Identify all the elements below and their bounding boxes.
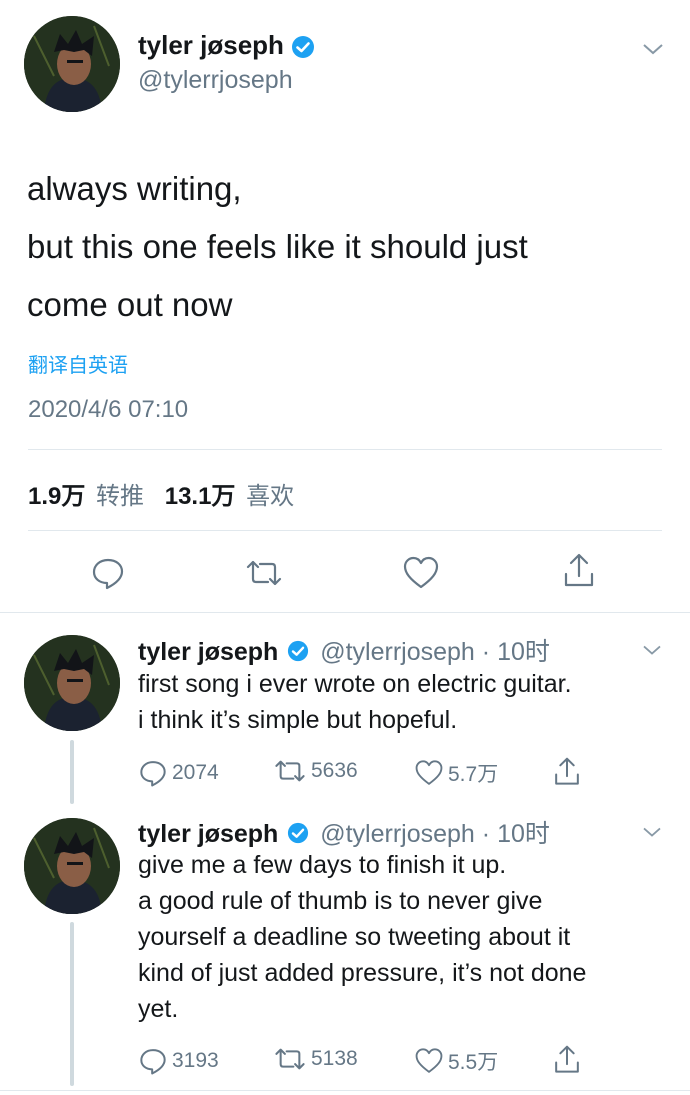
reply-line: first song i ever wrote on electric guit… <box>138 670 572 698</box>
reply-line: yourself a deadline so tweeting about it <box>138 923 571 951</box>
reply-icon <box>140 1049 166 1075</box>
tweet-line: but this one feels like it should just <box>27 228 528 265</box>
like-icon[interactable] <box>402 555 440 591</box>
display-name[interactable]: tyler jøseph <box>138 638 278 666</box>
like-count: 5.5万 <box>448 1051 499 1074</box>
verified-badge-icon <box>288 641 309 662</box>
like-icon <box>415 760 443 785</box>
like-count[interactable]: 13.1万 <box>165 483 236 510</box>
handle[interactable]: @tylerrjoseph <box>138 66 293 95</box>
timestamp[interactable]: 2020/4/6 07:10 <box>28 396 188 424</box>
tweet-line: always writing, <box>27 170 242 207</box>
reply-count: 3193 <box>172 1049 219 1072</box>
reply-time[interactable]: · 10时 <box>482 820 550 848</box>
reply-line: a good rule of thumb is to never give <box>138 887 543 915</box>
divider <box>0 612 690 613</box>
like-button[interactable]: 5.5万 <box>414 1046 498 1076</box>
like-icon <box>415 1048 443 1073</box>
chevron-down-icon[interactable] <box>641 40 665 58</box>
reply-time[interactable]: · 10时 <box>482 638 550 666</box>
display-name[interactable]: tyler jøseph <box>138 30 315 61</box>
reply-count: 2074 <box>172 761 219 784</box>
display-name[interactable]: tyler jøseph <box>138 820 278 848</box>
thread-line <box>70 740 74 804</box>
retweet-label[interactable]: 转推 <box>96 483 144 510</box>
like-button[interactable]: 5.7万 <box>414 758 498 788</box>
verified-badge-icon <box>288 823 309 844</box>
retweet-icon <box>275 760 305 782</box>
reply-button[interactable]: 2074 <box>138 758 219 788</box>
retweet-count: 5138 <box>311 1047 358 1070</box>
reply-icon <box>140 761 166 787</box>
avatar[interactable] <box>24 818 120 914</box>
like-label[interactable]: 喜欢 <box>246 483 294 510</box>
chevron-down-icon[interactable] <box>641 824 663 840</box>
reply-line: yet. <box>138 995 179 1023</box>
share-icon[interactable] <box>552 756 582 788</box>
retweet-button[interactable]: 5138 <box>273 1046 358 1072</box>
verified-badge-icon <box>292 36 315 59</box>
divider <box>0 1090 690 1091</box>
share-icon[interactable] <box>552 1044 582 1076</box>
reply-text: first song i ever wrote on electric guit… <box>138 666 572 738</box>
translate-link[interactable]: 翻译自英语 <box>28 349 128 378</box>
reply-line: i think it’s simple but hopeful. <box>138 706 458 734</box>
reply-icon[interactable] <box>90 555 126 591</box>
reply-header: tyler jøseph @tylerrjoseph · 10时 <box>138 814 550 850</box>
divider <box>28 449 662 450</box>
chevron-down-icon[interactable] <box>641 642 663 658</box>
divider <box>28 530 662 531</box>
avatar[interactable] <box>24 635 120 731</box>
share-icon[interactable] <box>561 552 597 590</box>
engagement-stats: 1.9万 转推 13.1万 喜欢 <box>28 476 294 511</box>
retweet-button[interactable]: 5636 <box>273 758 358 784</box>
reply-line: give me a few days to finish it up. <box>138 851 507 879</box>
tweet-text: always writing, but this one feels like … <box>27 160 528 334</box>
reply-text: give me a few days to finish it up. a go… <box>138 847 586 1027</box>
retweet-count: 5636 <box>311 759 358 782</box>
handle[interactable]: @tylerrjoseph <box>320 820 475 848</box>
reply-header: tyler jøseph @tylerrjoseph · 10时 <box>138 632 550 668</box>
reply-line: kind of just added pressure, it’s not do… <box>138 959 587 987</box>
reply-button[interactable]: 3193 <box>138 1046 219 1076</box>
handle[interactable]: @tylerrjoseph <box>320 638 475 666</box>
retweet-icon <box>275 1048 305 1070</box>
retweet-count[interactable]: 1.9万 <box>28 483 85 510</box>
thread-line <box>70 922 74 1086</box>
display-name-text[interactable]: tyler jøseph <box>138 30 284 60</box>
like-count: 5.7万 <box>448 763 499 786</box>
tweet-line: come out now <box>27 286 233 323</box>
avatar[interactable] <box>24 16 120 112</box>
retweet-icon[interactable] <box>244 558 284 588</box>
